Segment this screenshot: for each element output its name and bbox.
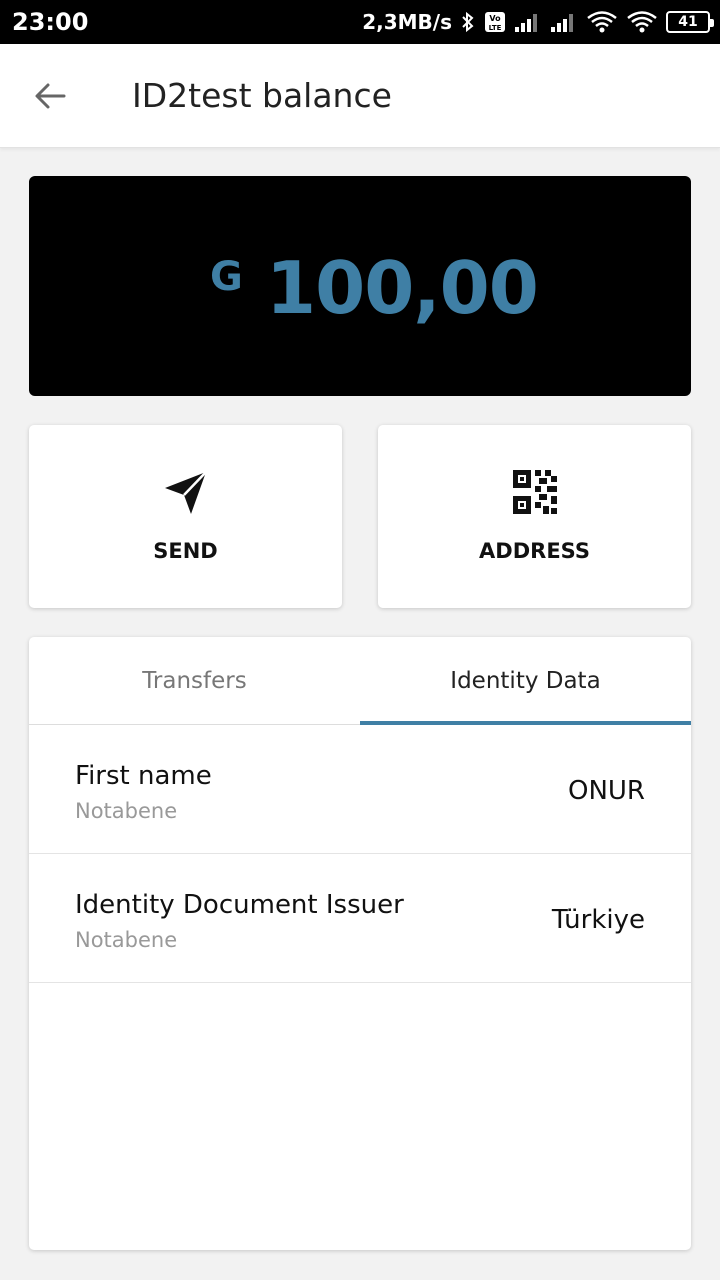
wifi-call-icon — [587, 11, 617, 33]
qr-code-icon — [510, 467, 560, 517]
send-label: SEND — [153, 539, 218, 563]
list-item-first-name[interactable]: First name Notabene ONUR — [29, 725, 691, 854]
list-item-document-issuer[interactable]: Identity Document Issuer Notabene Türkiy… — [29, 854, 691, 983]
send-icon — [161, 467, 211, 517]
volte-icon: Vo LTE — [485, 12, 505, 32]
status-time: 23:00 — [12, 8, 89, 36]
currency-symbol: G — [210, 254, 243, 300]
address-button[interactable]: ADDRESS — [378, 425, 691, 608]
row-value: ONUR — [567, 776, 645, 806]
svg-text:LTE: LTE — [489, 24, 502, 32]
row-source: Notabene — [75, 799, 178, 823]
status-bar: 23:00 2,3MB/s Vo LTE 41 — [0, 0, 720, 44]
battery-level: 41 — [678, 14, 698, 30]
back-button[interactable] — [30, 78, 70, 114]
tab-bar: Transfers Identity Data — [29, 637, 691, 725]
row-value: Türkiye — [551, 905, 645, 935]
bluetooth-icon — [462, 11, 474, 33]
row-label: Identity Document Issuer — [75, 890, 404, 920]
network-speed: 2,3MB/s — [362, 10, 452, 34]
signal-icon — [515, 14, 537, 32]
svg-text:Vo: Vo — [489, 14, 501, 23]
page-title: ID2test balance — [132, 76, 392, 115]
signal-icon-2 — [551, 14, 573, 32]
arrow-back-icon — [35, 83, 66, 109]
battery-icon: 41 — [666, 11, 714, 33]
app-bar: ID2test balance — [0, 44, 720, 148]
balance-amount: 100,00 — [266, 246, 539, 330]
tab-identity-data[interactable]: Identity Data — [360, 637, 691, 725]
address-label: ADDRESS — [479, 539, 590, 563]
tab-transfers[interactable]: Transfers — [29, 637, 360, 725]
identity-panel: Transfers Identity Data First name Notab… — [29, 637, 691, 1250]
row-source: Notabene — [75, 928, 178, 952]
status-icons: 2,3MB/s Vo LTE 41 — [362, 6, 714, 38]
row-label: First name — [75, 761, 212, 791]
send-button[interactable]: SEND — [29, 425, 342, 608]
wifi-icon — [627, 11, 657, 33]
